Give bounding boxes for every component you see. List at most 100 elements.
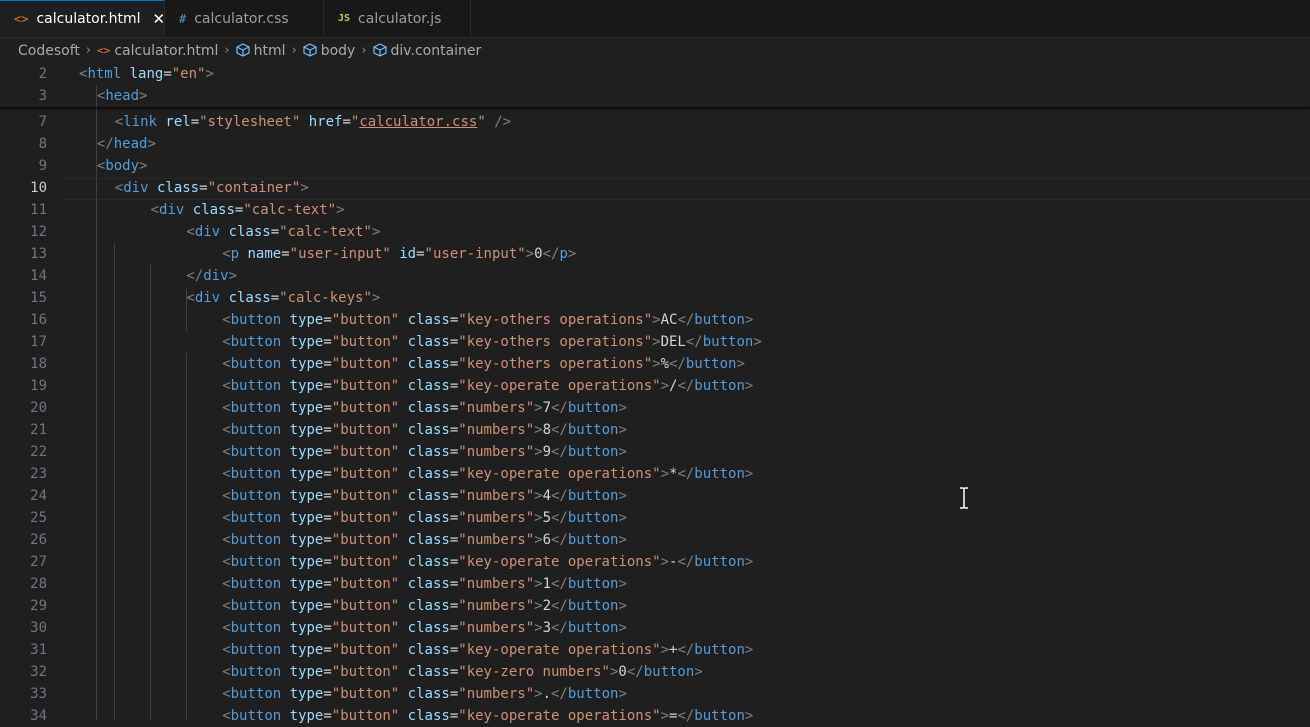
code-token: </: [551, 444, 568, 460]
code-token: <: [222, 598, 231, 614]
code-token: <: [222, 664, 231, 680]
code-line[interactable]: 28 <button type="button" class="numbers">…: [0, 573, 1310, 595]
tab-calculator-css[interactable]: # calculator.css: [165, 0, 324, 37]
line-code: <button type="button" class="numbers">6<…: [222, 529, 627, 551]
code-line[interactable]: 16 <button type="button" class="key-other…: [0, 309, 1310, 331]
code-line[interactable]: 29 <button type="button" class="numbers">…: [0, 595, 1310, 617]
code-token: "calc-text": [279, 224, 372, 240]
code-token: </: [677, 554, 695, 570]
line-number: 27: [30, 554, 47, 570]
code-token: "button": [331, 708, 400, 724]
code-line[interactable]: 8 </head>: [0, 133, 1310, 155]
code-line[interactable]: 15 <div class="calc-keys">: [0, 287, 1310, 309]
breadcrumb-item-body[interactable]: body: [321, 43, 356, 59]
code-token: </: [677, 466, 695, 482]
code-line[interactable]: 10 <div class="container">: [0, 177, 1310, 199]
code-token: "numbers": [458, 598, 535, 614]
code-line[interactable]: 7 <link rel="stylesheet" href="calculator…: [0, 111, 1310, 133]
code-token: >: [744, 312, 754, 328]
code-line[interactable]: 34 <button type="button" class="key-opera…: [0, 705, 1310, 727]
code-token: button: [567, 422, 619, 438]
code-token: <: [222, 356, 231, 372]
code-token: <: [222, 686, 231, 702]
breadcrumb-item-html[interactable]: html: [254, 43, 286, 59]
code-token: button: [694, 554, 745, 570]
code-token: <: [186, 290, 195, 306]
code-token: =: [449, 422, 459, 438]
code-line[interactable]: 20 <button type="button" class="numbers">…: [0, 397, 1310, 419]
code-line[interactable]: 2 <html lang="en">: [0, 63, 1310, 85]
code-token: >: [205, 66, 214, 82]
code-token: 9: [542, 444, 551, 460]
code-line[interactable]: 3 <head>: [0, 85, 1310, 107]
code-line[interactable]: 18 <button type="button" class="key-other…: [0, 353, 1310, 375]
code-token: =: [323, 444, 332, 460]
code-token: >: [534, 620, 543, 636]
line-number: 9: [38, 158, 47, 174]
code-token: div: [159, 202, 185, 218]
cube-icon: [372, 42, 387, 59]
code-line[interactable]: 26 <button type="button" class="numbers">…: [0, 529, 1310, 551]
code-token: class: [407, 620, 450, 636]
code-line[interactable]: 32 <button type="button" class="key-zero …: [0, 661, 1310, 683]
breadcrumb-item-folder[interactable]: Codesoft: [18, 43, 80, 59]
code-token: >: [534, 532, 543, 548]
code-token: type: [289, 334, 324, 350]
code-token: "key-operate operations": [458, 554, 661, 570]
code-line[interactable]: 13 <p name="user-input" id="user-input">0…: [0, 243, 1310, 265]
code-token: "button": [331, 488, 400, 504]
line-code: <button type="button" class="numbers">3<…: [222, 617, 627, 639]
code-line[interactable]: 17 <button type="button" class="key-other…: [0, 331, 1310, 353]
code-line[interactable]: 24 <button type="button" class="numbers">…: [0, 485, 1310, 507]
close-icon[interactable]: ✕: [153, 10, 166, 28]
code-line[interactable]: 23 <button type="button" class="key-opera…: [0, 463, 1310, 485]
code-line[interactable]: 21 <button type="button" class="numbers">…: [0, 419, 1310, 441]
code-token: "numbers": [458, 422, 535, 438]
code-line[interactable]: 14 </div>: [0, 265, 1310, 287]
code-token: </: [551, 510, 568, 526]
code-line[interactable]: 27 <button type="button" class="key-opera…: [0, 551, 1310, 573]
code-token: >: [660, 466, 669, 482]
code-token: =: [323, 466, 332, 482]
code-line[interactable]: 31 <button type="button" class="key-opera…: [0, 639, 1310, 661]
tab-calculator-js[interactable]: JS calculator.js: [324, 0, 471, 37]
code-line[interactable]: 11 <div class="calc-text">: [0, 199, 1310, 221]
code-token: =: [281, 246, 290, 262]
line-code: <button type="button" class="key-operate…: [222, 551, 753, 573]
code-token: head: [105, 88, 140, 104]
code-line[interactable]: 30 <button type="button" class="numbers">…: [0, 617, 1310, 639]
line-number: 33: [30, 686, 47, 702]
code-token: 7: [542, 400, 551, 416]
code-token: button: [230, 510, 282, 526]
code-token: <: [222, 510, 231, 526]
tab-calculator-html[interactable]: <> calculator.html ✕: [0, 0, 165, 37]
code-token: button: [643, 664, 695, 680]
code-line[interactable]: 9 <body>: [0, 155, 1310, 177]
breadcrumb-item-div-container[interactable]: div.container: [391, 43, 482, 59]
breadcrumb-item-file[interactable]: calculator.html: [114, 43, 218, 59]
code-line[interactable]: 19 <button type="button" class="key-opera…: [0, 375, 1310, 397]
line-number: 29: [30, 598, 47, 614]
code-token: class: [407, 422, 450, 438]
code-line[interactable]: 22 <button type="button" class="numbers">…: [0, 441, 1310, 463]
code-token: 0: [618, 664, 627, 680]
code-token: class: [407, 686, 450, 702]
code-line[interactable]: 25 <button type="button" class="numbers">…: [0, 507, 1310, 529]
code-token: =: [449, 444, 459, 460]
code-token: <: [222, 532, 231, 548]
code-token: "key-operate operations": [458, 642, 661, 658]
code-token: >: [228, 268, 237, 284]
code-line[interactable]: 33 <button type="button" class="numbers">…: [0, 683, 1310, 705]
code-token: =: [449, 334, 459, 350]
code-line[interactable]: 12 <div class="calc-text">: [0, 221, 1310, 243]
code-editor[interactable]: 2 <html lang="en"> 3 <head> 7 <link rel="styl…: [0, 63, 1310, 724]
code-token: </: [551, 488, 568, 504]
code-token: "button": [331, 378, 400, 394]
